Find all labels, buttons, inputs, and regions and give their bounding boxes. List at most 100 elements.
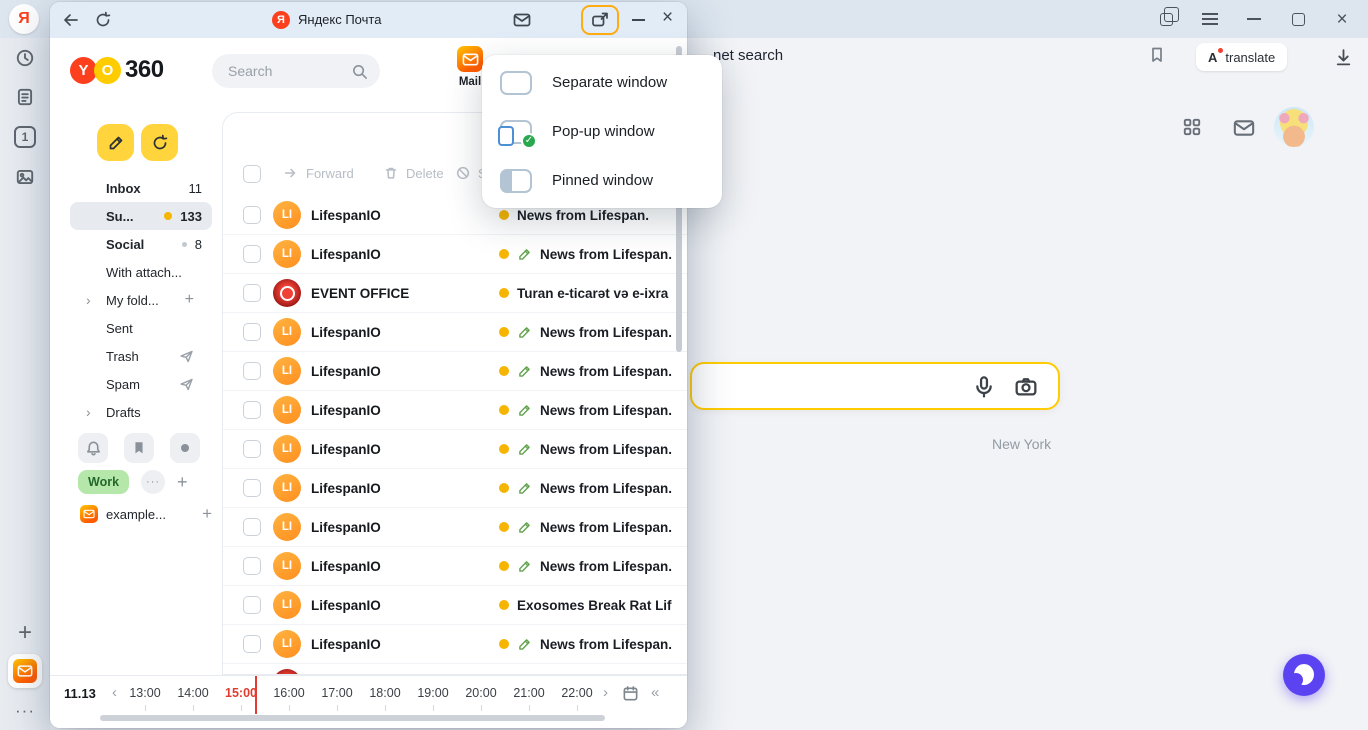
timeline-hour[interactable]: 22:00 (553, 686, 601, 700)
message-row[interactable]: LI LifespanIO News from Lifespan. (223, 508, 687, 547)
window-mode-option[interactable]: Pinned window (482, 156, 722, 205)
more-apps-icon[interactable]: ··· (0, 701, 50, 721)
message-row[interactable]: LI LifespanIO News from Lifespan. (223, 625, 687, 664)
window-close-button[interactable]: × (1332, 10, 1352, 29)
services-grid-icon[interactable] (1182, 117, 1202, 137)
folder-item[interactable]: Sent (70, 314, 212, 342)
browser-menu-icon[interactable] (1200, 18, 1220, 20)
message-checkbox[interactable] (243, 596, 261, 614)
message-row[interactable]: LI LifespanIO News from Lifespan. (223, 547, 687, 586)
mail-shortcut-icon[interactable] (513, 11, 531, 29)
popup-minimize-button[interactable] (632, 19, 645, 21)
check-mail-button[interactable] (141, 124, 178, 161)
timeline-hour[interactable]: 17:00 (313, 686, 361, 700)
tabs-overview-icon[interactable] (1156, 13, 1176, 26)
compose-button[interactable] (97, 124, 134, 161)
search-box[interactable] (690, 362, 1060, 410)
account-row[interactable]: example... + (80, 504, 212, 524)
timeline-hour[interactable]: 15:00 (217, 686, 265, 700)
chevron-right-icon[interactable]: › (86, 292, 91, 308)
timeline-hour[interactable]: 18:00 (361, 686, 409, 700)
folder-item[interactable]: Trash (70, 342, 212, 370)
message-row[interactable]: LI LifespanIO News from Lifespan. (223, 391, 687, 430)
yandex-browser-logo[interactable]: Я (9, 4, 39, 34)
back-icon[interactable] (62, 11, 80, 29)
window-mode-option[interactable]: ✓ Pop-up window (482, 107, 722, 156)
folder-item[interactable]: › My fold... + (70, 286, 212, 314)
window-minimize-button[interactable] (1244, 18, 1264, 20)
downloads-icon[interactable] (1334, 48, 1353, 67)
folder-item[interactable]: › Drafts (70, 398, 212, 426)
reload-icon[interactable] (94, 11, 112, 29)
history-icon[interactable] (0, 48, 50, 68)
bookmarks-filter-button[interactable] (124, 433, 154, 463)
mail-icon[interactable] (1233, 117, 1255, 139)
gallery-icon[interactable] (0, 167, 50, 187)
new-tab-button[interactable]: + (0, 619, 50, 647)
folder-item[interactable]: Inbox 11 (70, 174, 212, 202)
add-account-button[interactable]: + (202, 504, 212, 524)
folder-item[interactable]: Spam (70, 370, 212, 398)
timeline-hour[interactable]: 13:00 (121, 686, 169, 700)
message-checkbox[interactable] (243, 557, 261, 575)
timeline-hour[interactable]: 20:00 (457, 686, 505, 700)
timeline-hour[interactable]: 21:00 (505, 686, 553, 700)
message-checkbox[interactable] (243, 323, 261, 341)
forward-button[interactable]: Forward (283, 165, 354, 181)
timeline-prev-icon[interactable]: ‹ (112, 684, 117, 701)
window-mode-option[interactable]: Separate window (482, 58, 722, 107)
mail-search-bar[interactable] (212, 54, 380, 88)
delete-button[interactable]: Delete (383, 165, 444, 181)
yandex-mail-app-icon[interactable] (8, 654, 42, 688)
empty-folder-icon[interactable] (179, 377, 194, 392)
bookmark-flag-icon[interactable] (1148, 46, 1166, 64)
message-checkbox[interactable] (243, 635, 261, 653)
folder-item[interactable]: With attach... (70, 258, 212, 286)
message-checkbox[interactable] (243, 206, 261, 224)
chevron-right-icon[interactable]: › (86, 404, 91, 420)
horizontal-scrollbar[interactable] (100, 715, 605, 721)
timeline-hour[interactable]: 16:00 (265, 686, 313, 700)
message-row[interactable]: LI LifespanIO News from Lifespan. (223, 352, 687, 391)
message-row[interactable]: LI LifespanIO News from Lifespan. (223, 430, 687, 469)
message-checkbox[interactable] (243, 284, 261, 302)
collapse-timeline-icon[interactable]: « (651, 684, 659, 701)
notes-icon[interactable] (0, 87, 50, 107)
select-all-checkbox[interactable] (243, 165, 261, 183)
message-checkbox[interactable] (243, 479, 261, 497)
message-row[interactable]: LI LifespanIO News from Lifespan. (223, 469, 687, 508)
timeline-next-icon[interactable]: › (603, 684, 608, 701)
tab-counter-badge[interactable]: 1 (0, 126, 50, 148)
message-row[interactable]: EVENT OFFICE Turan e-ticarət və e-ixra (223, 274, 687, 313)
message-checkbox[interactable] (243, 518, 261, 536)
window-maximize-button[interactable] (1288, 13, 1308, 26)
more-labels-button[interactable]: ··· (141, 470, 165, 494)
mail-search-input[interactable] (228, 63, 338, 79)
message-checkbox[interactable] (243, 245, 261, 263)
message-row[interactable] (223, 664, 687, 675)
popup-close-button[interactable]: × (662, 7, 673, 29)
message-checkbox[interactable] (243, 440, 261, 458)
timeline-hour[interactable]: 14:00 (169, 686, 217, 700)
alice-assistant-button[interactable] (1283, 654, 1325, 696)
image-search-icon[interactable] (1014, 375, 1038, 399)
message-row[interactable]: LI LifespanIO News from Lifespan. (223, 313, 687, 352)
voice-search-icon[interactable] (972, 375, 996, 399)
message-row[interactable]: LI LifespanIO Exosomes Break Rat Lif (223, 586, 687, 625)
folder-item[interactable]: Social 8 (70, 230, 212, 258)
add-label-button[interactable]: + (177, 472, 188, 493)
window-mode-button[interactable] (581, 5, 619, 35)
folder-item[interactable]: Su... 133 (70, 202, 212, 230)
calendar-icon[interactable] (622, 685, 639, 702)
message-row[interactable]: LI LifespanIO News from Lifespan. (223, 235, 687, 274)
address-bar-text[interactable]: net search (713, 47, 783, 64)
unread-filter-button[interactable] (170, 433, 200, 463)
empty-folder-icon[interactable] (179, 349, 194, 364)
work-label-tag[interactable]: Work (78, 470, 129, 494)
add-folder-icon[interactable]: + (185, 292, 194, 308)
message-checkbox[interactable] (243, 401, 261, 419)
user-avatar[interactable] (1274, 107, 1314, 147)
timeline-hour[interactable]: 19:00 (409, 686, 457, 700)
notifications-filter-button[interactable] (78, 433, 108, 463)
translate-button[interactable]: A translate (1196, 43, 1287, 71)
